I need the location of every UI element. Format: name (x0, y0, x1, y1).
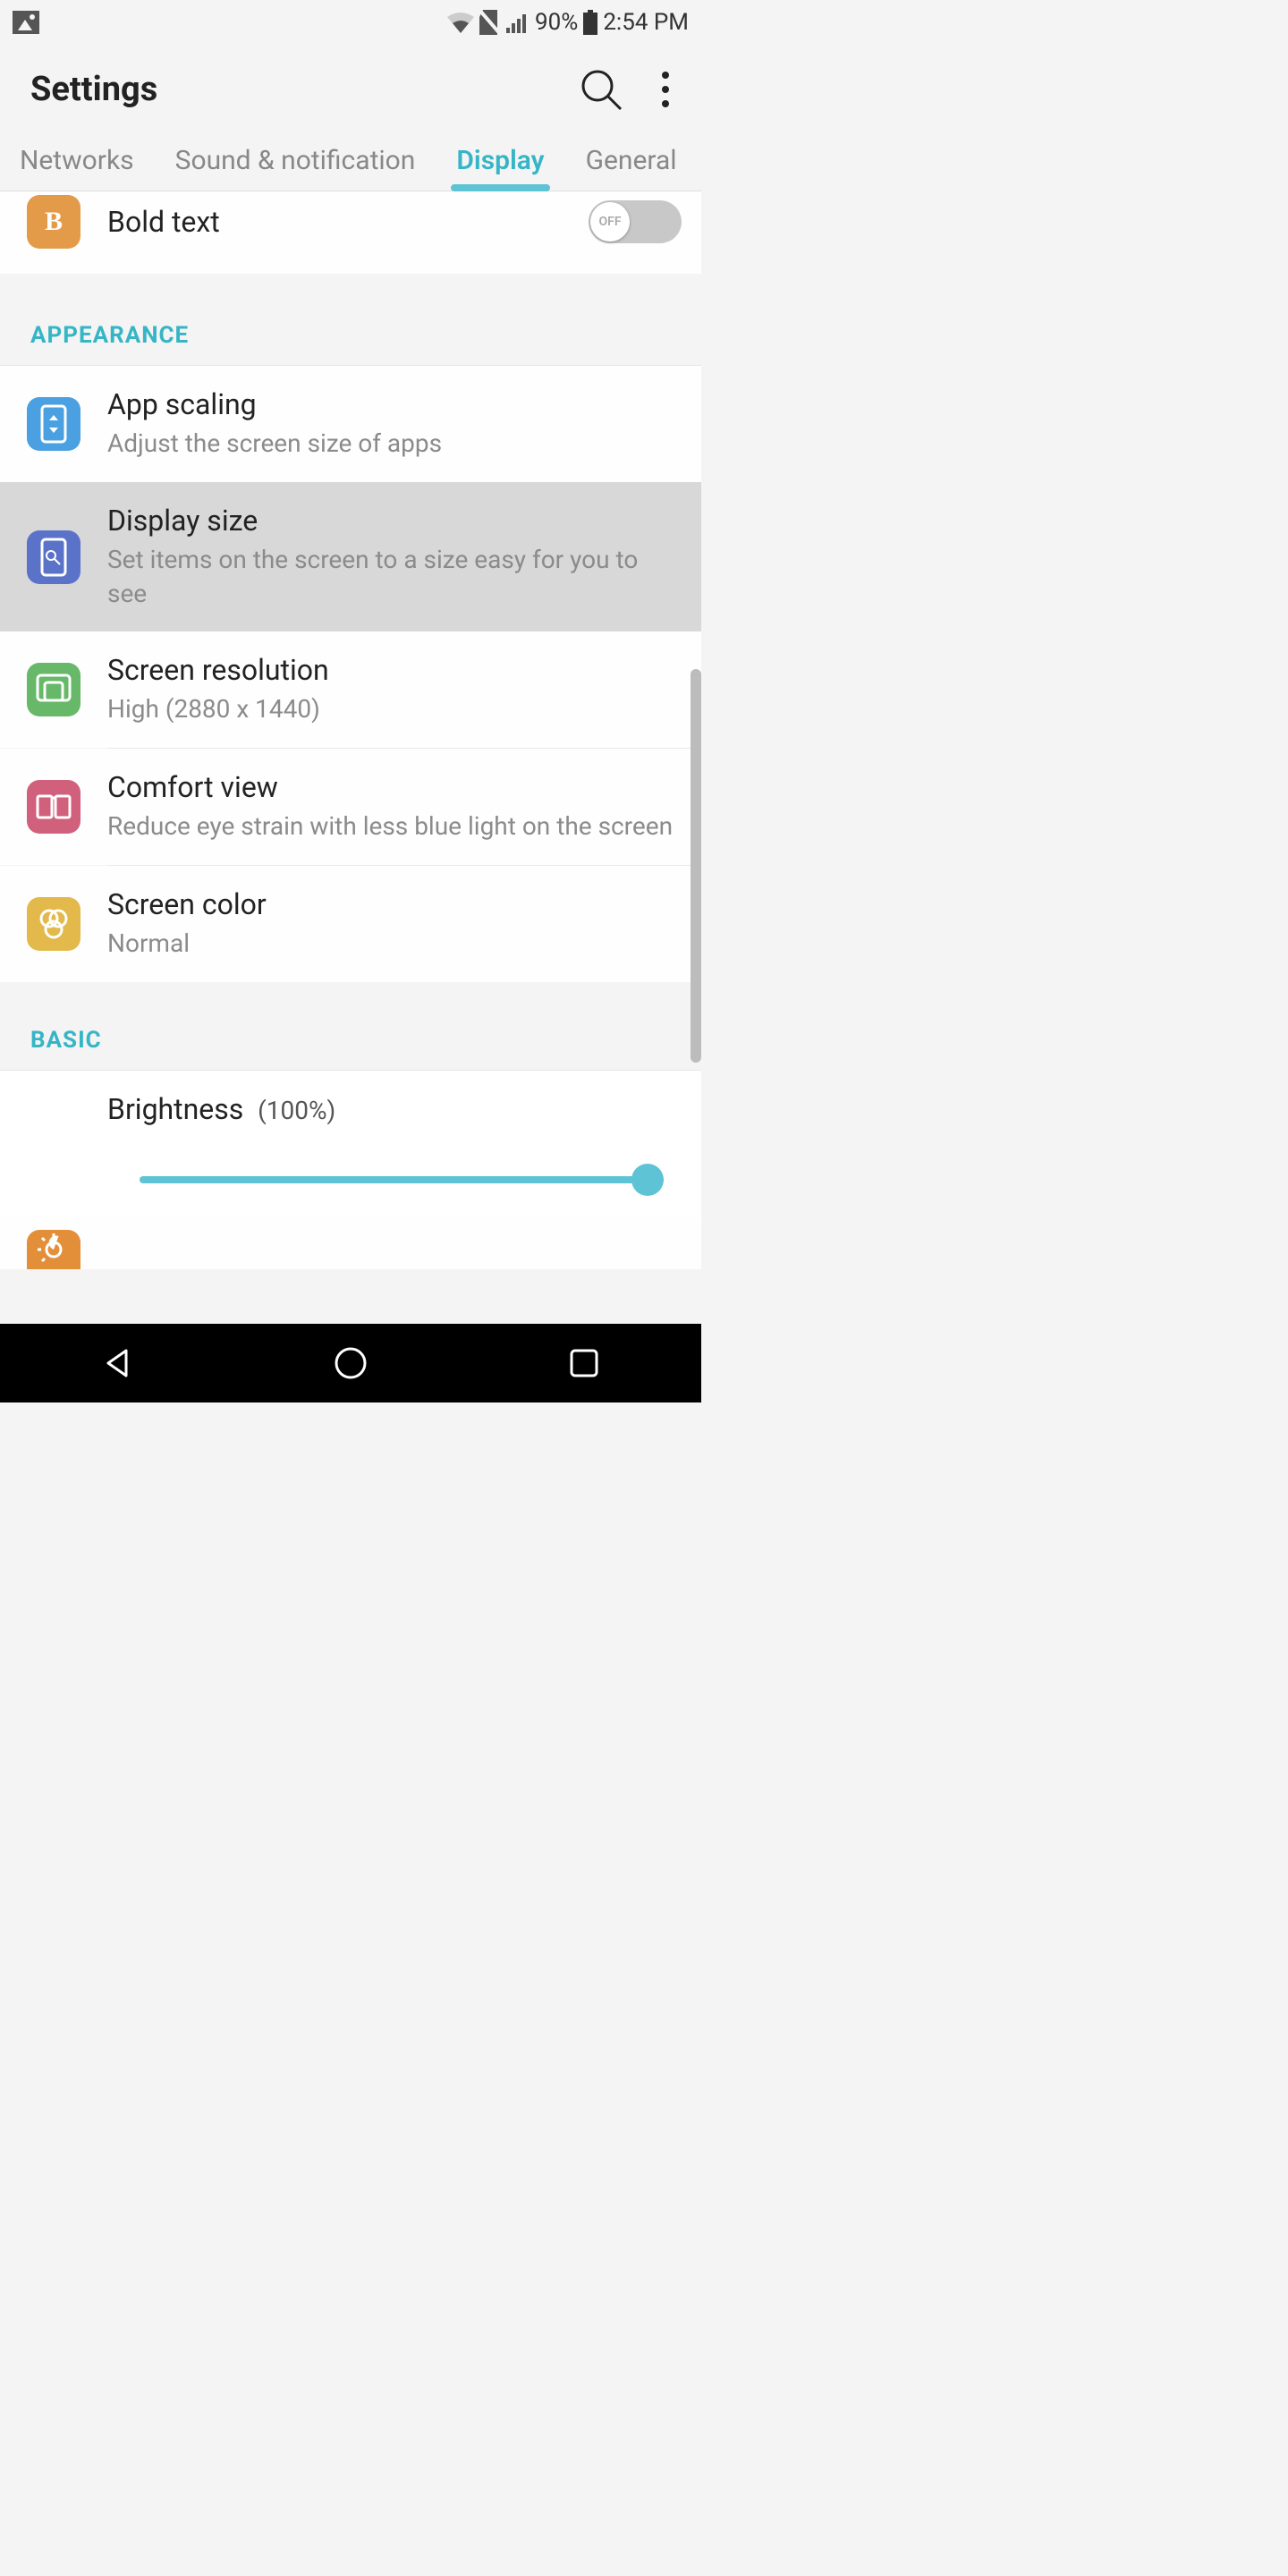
setting-app-scaling[interactable]: App scaling Adjust the screen size of ap… (0, 366, 701, 482)
setting-comfort-view[interactable]: Comfort view Reduce eye strain with less… (0, 749, 701, 865)
setting-brightness: Brightness (100%) (0, 1071, 701, 1217)
brightness-title: Brightness (100%) (107, 1092, 674, 1126)
screen-resolution-title: Screen resolution (107, 653, 682, 687)
tab-sound-notification[interactable]: Sound & notification (175, 145, 416, 191)
screen-color-title: Screen color (107, 887, 682, 921)
gallery-notification-icon (13, 11, 39, 34)
bold-text-icon: B (27, 195, 80, 249)
setting-screen-resolution[interactable]: Screen resolution High (2880 x 1440) (0, 631, 701, 748)
clock-text: 2:54 PM (603, 9, 689, 36)
bold-text-label: Bold text (107, 205, 562, 239)
comfort-view-subtitle: Reduce eye strain with less blue light o… (107, 809, 682, 843)
display-size-subtitle: Set items on the screen to a size easy f… (107, 543, 682, 611)
screen-resolution-icon (27, 663, 80, 716)
setting-screen-color[interactable]: Screen color Normal (0, 866, 701, 982)
brightness-percent: (100%) (258, 1096, 335, 1125)
scrollbar[interactable] (691, 669, 701, 1063)
brightness-slider[interactable] (140, 1164, 664, 1196)
app-scaling-subtitle: Adjust the screen size of apps (107, 427, 682, 461)
nav-recents-button[interactable] (566, 1345, 602, 1381)
tab-general[interactable]: General (586, 145, 677, 191)
section-appearance: APPEARANCE (0, 274, 701, 366)
settings-tabs: Networks Sound & notification Display Ge… (0, 134, 701, 191)
nav-home-button[interactable] (333, 1345, 369, 1381)
overflow-menu-icon[interactable] (660, 70, 671, 109)
app-scaling-icon (27, 397, 80, 451)
slider-thumb[interactable] (631, 1164, 664, 1196)
no-sim-icon (479, 10, 501, 35)
section-basic: BASIC (0, 982, 701, 1071)
comfort-view-icon (27, 780, 80, 834)
search-icon[interactable] (578, 66, 624, 113)
screen-color-subtitle: Normal (107, 927, 682, 961)
setting-display-size[interactable]: Display size Set items on the screen to … (0, 482, 701, 632)
battery-icon (583, 10, 597, 35)
toggle-off-label: OFF (590, 202, 630, 242)
setting-bold-text[interactable]: B Bold text OFF (0, 191, 701, 274)
page-title: Settings (30, 70, 157, 109)
setting-partial-next[interactable] (0, 1217, 701, 1269)
comfort-view-title: Comfort view (107, 770, 682, 804)
battery-percent-text: 90% (535, 9, 578, 36)
signal-icon (506, 12, 530, 33)
auto-brightness-icon (27, 1230, 80, 1269)
slider-track (140, 1176, 664, 1183)
status-bar: 90% 2:54 PM (0, 0, 701, 45)
display-size-title: Display size (107, 504, 682, 538)
app-scaling-title: App scaling (107, 387, 682, 421)
screen-color-icon (27, 897, 80, 951)
nav-back-button[interactable] (99, 1345, 135, 1381)
brightness-label: Brightness (107, 1092, 243, 1126)
navigation-bar (0, 1324, 701, 1402)
tab-display[interactable]: Display (456, 145, 544, 191)
tab-networks[interactable]: Networks (20, 145, 134, 191)
app-header: Settings (0, 45, 701, 134)
bold-text-toggle[interactable]: OFF (589, 200, 682, 243)
wifi-icon (447, 12, 474, 33)
display-size-icon (27, 530, 80, 584)
screen-resolution-subtitle: High (2880 x 1440) (107, 692, 682, 726)
